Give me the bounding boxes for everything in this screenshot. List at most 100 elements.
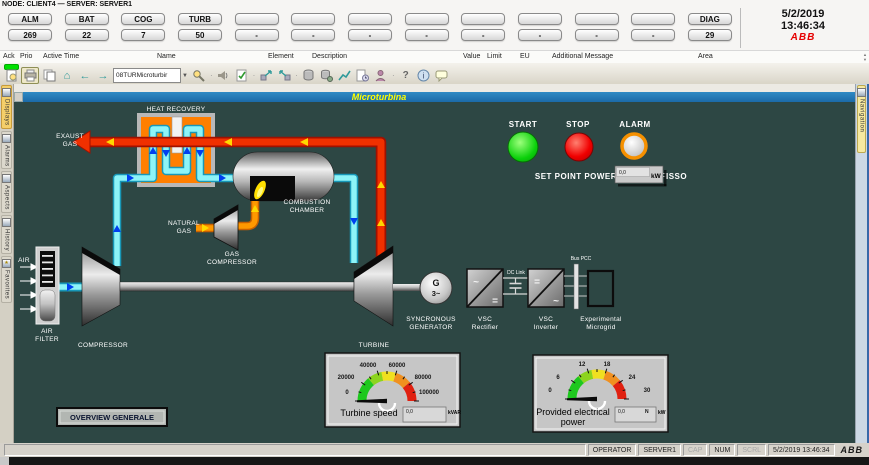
- alarm-group-diag[interactable]: DIAG: [688, 13, 732, 25]
- col-ack: Ack: [3, 53, 15, 60]
- col-value: Value: [463, 53, 480, 60]
- scroll-corner[interactable]: [14, 92, 23, 102]
- status-datetime: 5/2/2019 13:46:34: [768, 444, 834, 456]
- reference-target-icon[interactable]: [276, 68, 292, 83]
- tab-history[interactable]: History: [1, 215, 12, 254]
- alarm-count-spare[interactable]: -: [405, 29, 449, 41]
- status-message-area: [4, 444, 586, 456]
- window-corner: [0, 457, 9, 465]
- svg-text:30: 30: [644, 388, 651, 394]
- acknowledge-icon[interactable]: [234, 68, 250, 83]
- stop-button[interactable]: [565, 133, 593, 161]
- start-label: START: [509, 120, 538, 129]
- alarm-count-spare[interactable]: -: [348, 29, 392, 41]
- svg-text:18: 18: [604, 362, 611, 368]
- heat-recovery-label: HEAT RECOVERY: [147, 106, 206, 113]
- overview-generale-button[interactable]: OVERVIEW GENERALE: [57, 408, 167, 426]
- alarm-count-turb[interactable]: 50: [178, 29, 222, 41]
- tab-displays[interactable]: Displays: [1, 85, 12, 129]
- bus-pcc: [564, 264, 588, 309]
- alarm-count-spare[interactable]: -: [461, 29, 505, 41]
- alarm-group-bat[interactable]: BAT: [65, 13, 109, 25]
- alarm-indicator[interactable]: [622, 134, 646, 158]
- svg-text:OVERVIEW GENERALE: OVERVIEW GENERALE: [70, 413, 154, 422]
- alarm-label: ALARM: [619, 120, 650, 129]
- alarm-count-alm[interactable]: 269: [8, 29, 52, 41]
- status-capslock: CAP: [683, 444, 707, 456]
- print-preview-icon[interactable]: [3, 68, 19, 83]
- gauge-unit: kW: [658, 410, 666, 416]
- alarm-group-alm[interactable]: ALM: [8, 13, 52, 25]
- setpoint-field[interactable]: 0,0 kW: [615, 166, 667, 187]
- find-icon[interactable]: [191, 68, 207, 83]
- process-canvas: G 3~ ~ =: [14, 102, 855, 443]
- alarm-group-spare[interactable]: [405, 13, 449, 25]
- alarm-group-spare[interactable]: [291, 13, 335, 25]
- user-icon[interactable]: [373, 68, 389, 83]
- left-tool-strip: Displays Alarms Aspects History ★Favorit…: [0, 84, 14, 443]
- reference-icon[interactable]: [258, 68, 274, 83]
- svg-text:AIR: AIR: [41, 328, 53, 335]
- col-name: Name: [157, 53, 176, 60]
- svg-text:~: ~: [473, 277, 479, 288]
- col-area: Area: [698, 53, 713, 60]
- svg-text:12: 12: [579, 362, 586, 368]
- alarm-group-turb[interactable]: TURB: [178, 13, 222, 25]
- col-element: Element: [268, 53, 294, 60]
- alarm-group-spare[interactable]: [235, 13, 279, 25]
- alarm-group-spare[interactable]: [518, 13, 562, 25]
- tab-navigation[interactable]: Navigation: [857, 85, 866, 153]
- home-icon[interactable]: ⌂: [59, 68, 75, 83]
- scrollbar-arrows[interactable]: ▲▼: [863, 52, 867, 62]
- gauge-value: 0,0: [618, 409, 625, 415]
- alarm-group-cog[interactable]: COG: [121, 13, 165, 25]
- forward-icon[interactable]: →: [95, 68, 111, 83]
- alarm-group-spare[interactable]: [348, 13, 392, 25]
- svg-text:Inverter: Inverter: [534, 324, 559, 331]
- alarm-count-cog[interactable]: 7: [121, 29, 165, 41]
- database-config-icon[interactable]: [319, 68, 335, 83]
- print-icon[interactable]: [21, 67, 39, 84]
- display-selector-input[interactable]: [113, 68, 181, 83]
- shaft: [120, 282, 354, 291]
- svg-text:NATURAL: NATURAL: [168, 220, 200, 227]
- svg-text:=: =: [492, 296, 498, 307]
- status-bar: OPERATOR SERVER1 CAP NUM SCRL 5/2/2019 1…: [0, 443, 869, 457]
- alarm-group-spare[interactable]: [631, 13, 675, 25]
- svg-text:COMBUSTION: COMBUSTION: [283, 199, 330, 206]
- report-icon[interactable]: [355, 68, 371, 83]
- selector-dropdown-icon[interactable]: ▼: [182, 73, 188, 79]
- svg-text:SYNCRONOUS: SYNCRONOUS: [406, 316, 456, 323]
- stop-label: STOP: [566, 120, 590, 129]
- copy-icon[interactable]: [41, 68, 57, 83]
- help-icon[interactable]: ?: [398, 68, 414, 83]
- alarm-count-bat[interactable]: 22: [65, 29, 109, 41]
- alarm-group-spare[interactable]: [461, 13, 505, 25]
- alarm-count-spare[interactable]: -: [518, 29, 562, 41]
- alarm-count-spare[interactable]: -: [575, 29, 619, 41]
- alarm-count-spare[interactable]: -: [291, 29, 335, 41]
- trend-icon[interactable]: [337, 68, 353, 83]
- tab-favorites[interactable]: ★Favorites: [1, 256, 12, 302]
- gas-compressor: [214, 205, 238, 250]
- alarm-group-spare[interactable]: [575, 13, 619, 25]
- right-tool-strip: Navigation: [855, 84, 869, 443]
- svg-text:100000: 100000: [419, 390, 440, 396]
- svg-text:20000: 20000: [338, 375, 355, 381]
- air-filter: [36, 247, 59, 324]
- alarm-count-diag[interactable]: 29: [688, 29, 732, 41]
- audio-message-icon[interactable]: [216, 68, 232, 83]
- svg-text:40000: 40000: [360, 363, 377, 369]
- alarm-count-spare[interactable]: -: [235, 29, 279, 41]
- date-label: 5/2/2019: [741, 8, 865, 20]
- tab-aspects[interactable]: Aspects: [1, 171, 12, 213]
- info-icon[interactable]: i: [416, 68, 432, 83]
- alarm-count-spare[interactable]: -: [631, 29, 675, 41]
- database-icon[interactable]: [301, 68, 317, 83]
- feedback-icon[interactable]: [434, 68, 450, 83]
- start-button[interactable]: [508, 132, 538, 162]
- display-title-bar: Microturbina: [23, 92, 855, 102]
- svg-text:DC Link: DC Link: [507, 270, 525, 276]
- tab-alarms[interactable]: Alarms: [1, 131, 12, 170]
- back-icon[interactable]: ←: [77, 68, 93, 83]
